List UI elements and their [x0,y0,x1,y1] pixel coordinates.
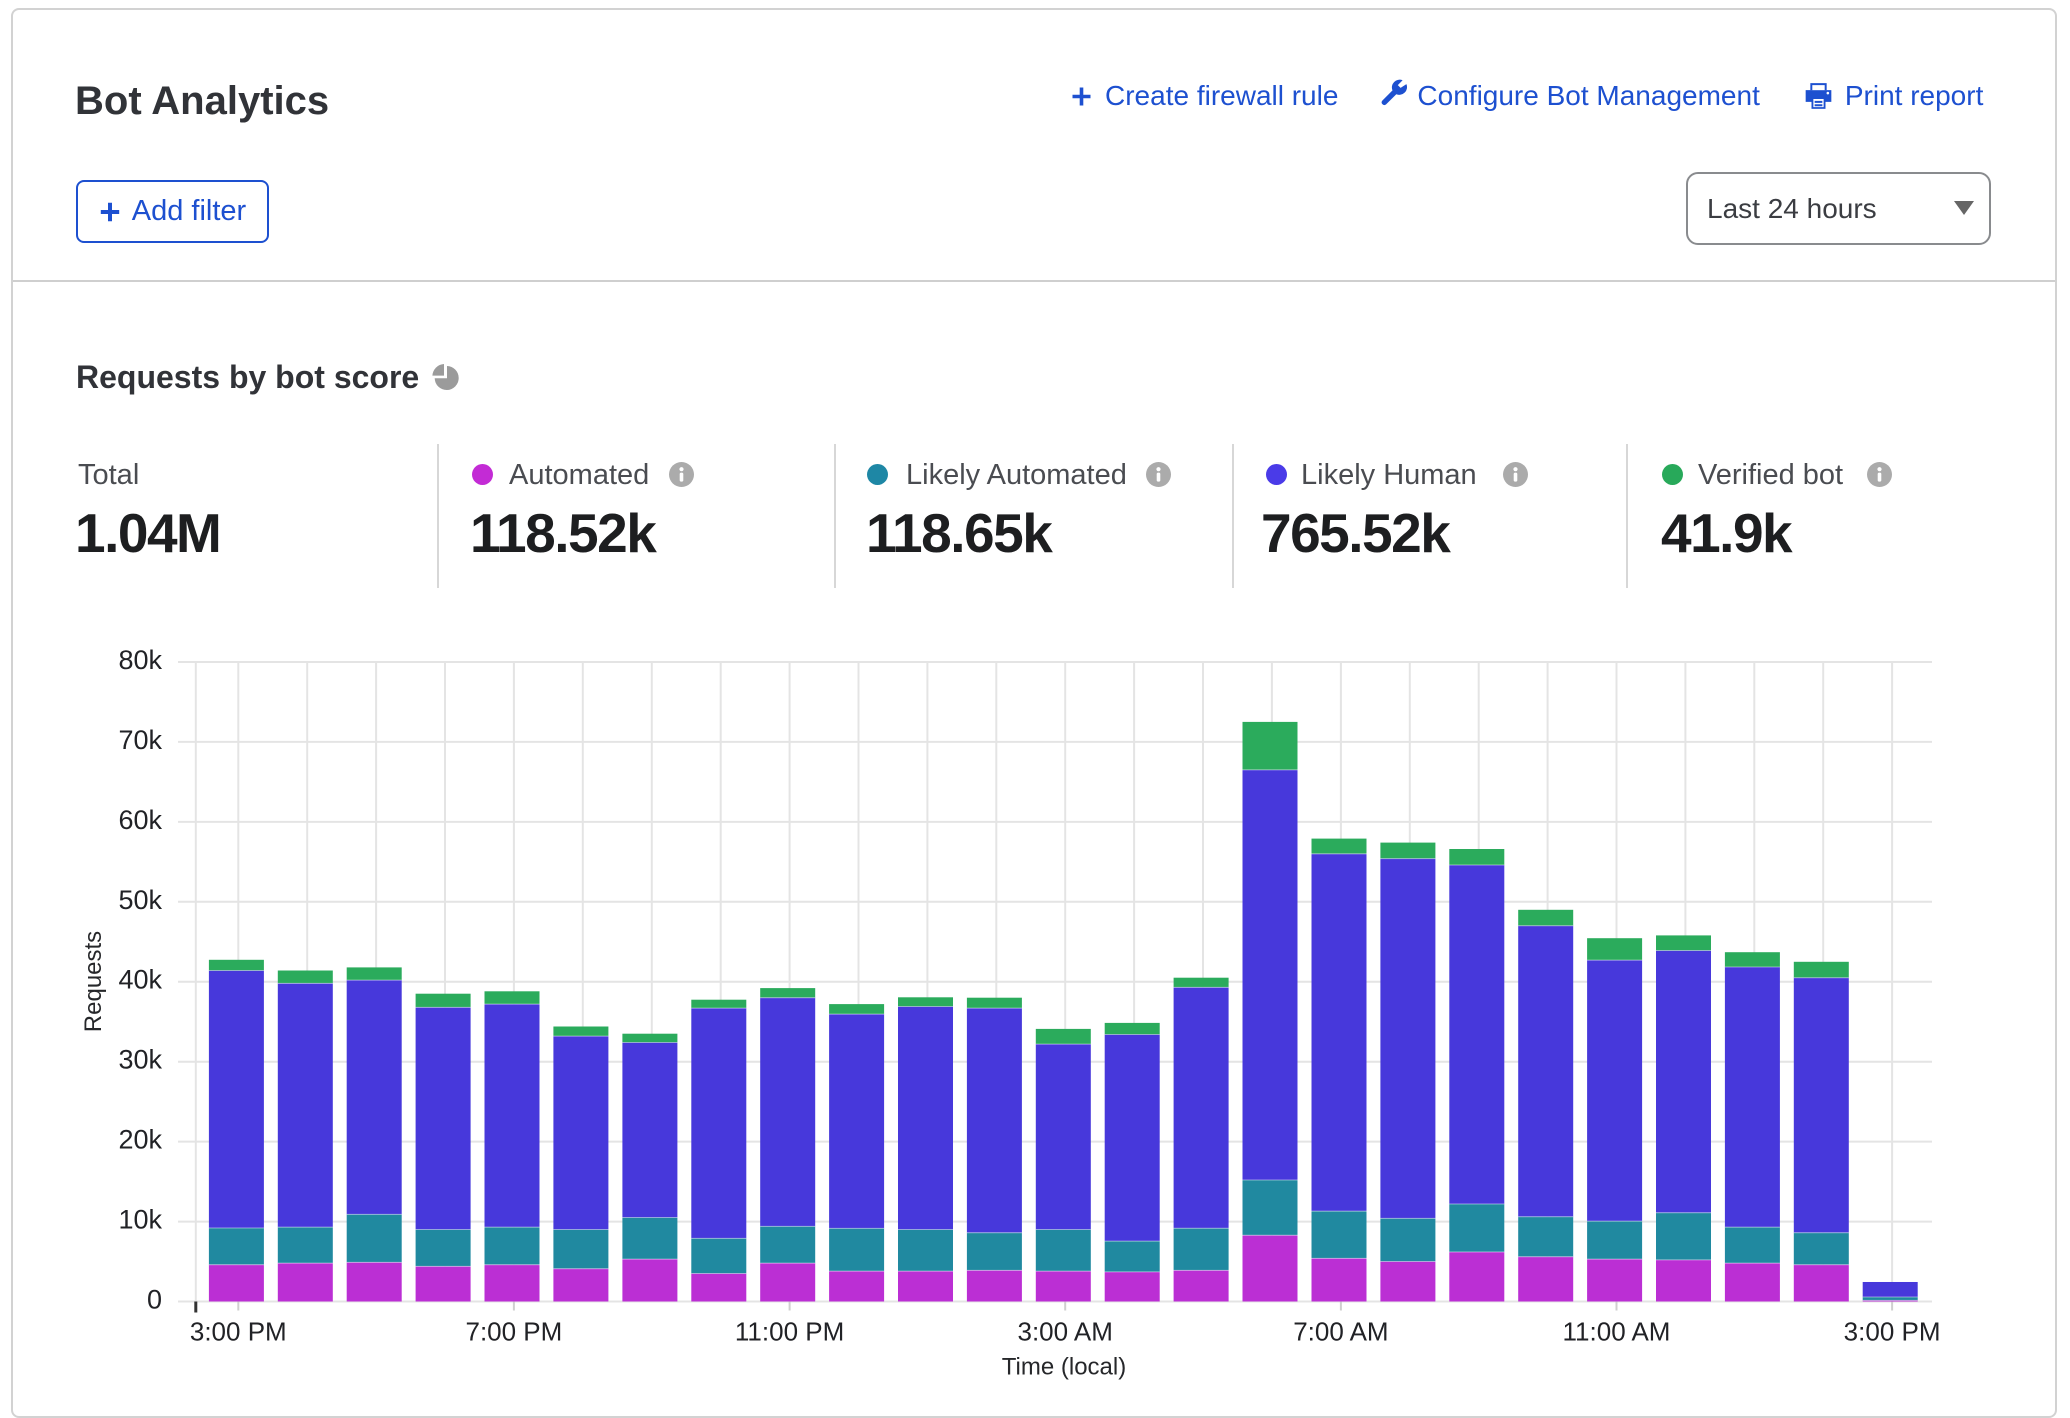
svg-text:3:00 AM: 3:00 AM [1017,1317,1112,1347]
svg-text:Time (local): Time (local) [1002,1354,1126,1381]
svg-text:7:00 PM: 7:00 PM [465,1317,562,1347]
svg-text:40k: 40k [118,965,162,995]
svg-text:70k: 70k [118,725,162,755]
svg-text:Requests: Requests [80,931,107,1032]
svg-text:3:00 PM: 3:00 PM [1844,1317,1941,1347]
svg-text:10k: 10k [118,1205,162,1235]
svg-text:30k: 30k [118,1045,162,1075]
svg-text:0: 0 [147,1285,162,1315]
svg-text:7:00 AM: 7:00 AM [1293,1317,1388,1347]
svg-text:60k: 60k [118,805,162,835]
svg-text:80k: 80k [118,645,162,675]
svg-text:11:00 AM: 11:00 AM [1563,1317,1671,1347]
svg-text:20k: 20k [118,1125,162,1155]
svg-text:11:00 PM: 11:00 PM [735,1317,844,1347]
svg-text:3:00 PM: 3:00 PM [190,1317,287,1347]
svg-text:50k: 50k [118,885,162,915]
